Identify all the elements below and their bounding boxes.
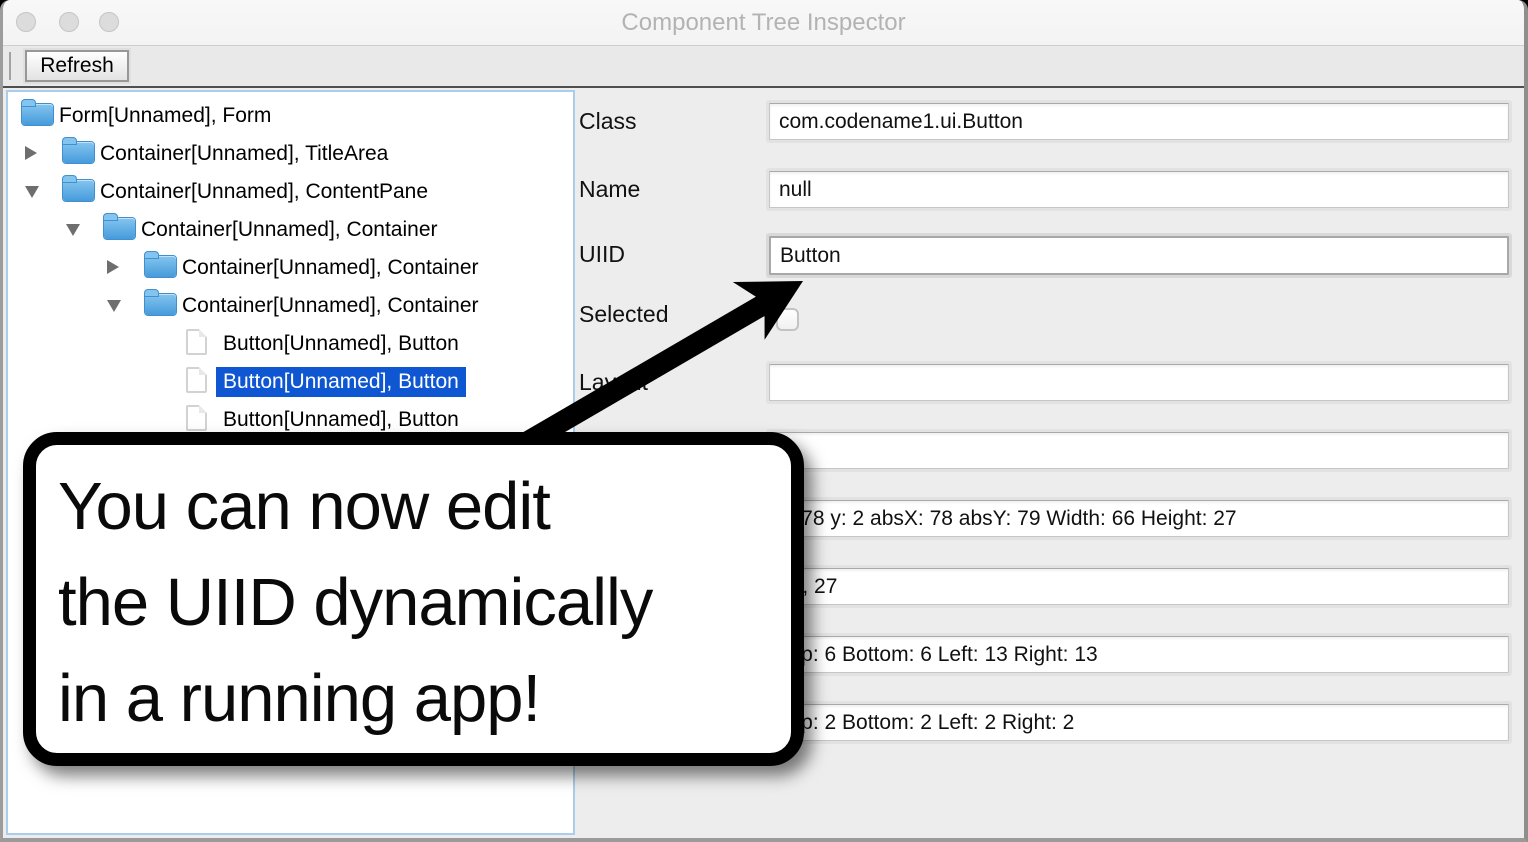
layout-field[interactable] (769, 364, 1509, 401)
tree-node-label-selected[interactable]: Button[Unnamed], Button (216, 367, 466, 397)
collapse-arrow-icon[interactable] (107, 300, 121, 312)
file-icon (186, 367, 207, 393)
refresh-button[interactable]: Refresh (25, 50, 129, 82)
padding-field[interactable] (769, 636, 1509, 673)
collapse-arrow-icon[interactable] (25, 186, 39, 198)
expand-arrow-icon[interactable] (25, 146, 37, 160)
name-field[interactable] (769, 171, 1509, 208)
selected-label: Selected (579, 301, 669, 328)
component-tree-inspector-window: Component Tree Inspector Refresh Form[Un… (0, 0, 1528, 842)
tree-node-label[interactable]: Button[Unnamed], Button (216, 329, 466, 359)
tree-node-label[interactable]: Container[Unnamed], Container (175, 253, 486, 283)
folder-icon (104, 218, 135, 239)
file-icon (186, 329, 207, 355)
class-label: Class (579, 108, 637, 135)
uiid-field[interactable] (769, 236, 1509, 275)
uiid-label: UIID (579, 241, 625, 268)
tree-row[interactable]: Container[Unnamed], Container (8, 210, 573, 248)
expand-arrow-icon[interactable] (107, 260, 119, 274)
tree-row[interactable]: Container[Unnamed], Container (8, 286, 573, 324)
selected-checkbox[interactable] (776, 308, 799, 331)
window-title: Component Tree Inspector (3, 9, 1524, 37)
tree-row[interactable]: Container[Unnamed], Container (8, 248, 573, 286)
tree-node-label[interactable]: Button[Unnamed], Button (216, 405, 466, 435)
collapse-arrow-icon[interactable] (66, 224, 80, 236)
callout-line: in a running app! (58, 651, 783, 747)
bounds-field[interactable] (769, 500, 1509, 537)
tree-node-label[interactable]: Form[Unnamed], Form (52, 101, 278, 131)
tree-node-label[interactable]: Container[Unnamed], Container (175, 291, 486, 321)
callout-line: You can now edit (58, 459, 783, 555)
class-field[interactable] (769, 103, 1509, 140)
folder-icon (22, 104, 53, 125)
tree-row[interactable]: Container[Unnamed], ContentPane (8, 172, 573, 210)
toolbar: Refresh (3, 46, 1524, 88)
callout-line: the UIID dynamically (58, 555, 783, 651)
annotation-callout: You can now editthe UIID dynamicallyin a… (23, 432, 804, 766)
folder-icon (63, 180, 94, 201)
folder-icon (145, 294, 176, 315)
toolbar-drag-handle[interactable] (9, 52, 25, 80)
tree-row[interactable]: Button[Unnamed], Button (8, 362, 573, 400)
layout-label: Layout (579, 369, 648, 396)
tree-node-label[interactable]: Container[Unnamed], ContentPane (93, 177, 435, 207)
name-label: Name (579, 176, 640, 203)
tree-row[interactable]: Button[Unnamed], Button (8, 324, 573, 362)
callout-text: You can now editthe UIID dynamicallyin a… (36, 445, 791, 747)
blank-field[interactable] (769, 432, 1509, 469)
tree-row[interactable]: Form[Unnamed], Form (8, 96, 573, 134)
margin-field[interactable] (769, 704, 1509, 741)
title-bar: Component Tree Inspector (3, 0, 1524, 46)
size-field[interactable] (769, 568, 1509, 605)
tree-node-label[interactable]: Container[Unnamed], Container (134, 215, 445, 245)
file-icon (186, 405, 207, 431)
tree-node-label[interactable]: Container[Unnamed], TitleArea (93, 139, 395, 169)
tree-row[interactable]: Container[Unnamed], TitleArea (8, 134, 573, 172)
folder-icon (63, 142, 94, 163)
folder-icon (145, 256, 176, 277)
